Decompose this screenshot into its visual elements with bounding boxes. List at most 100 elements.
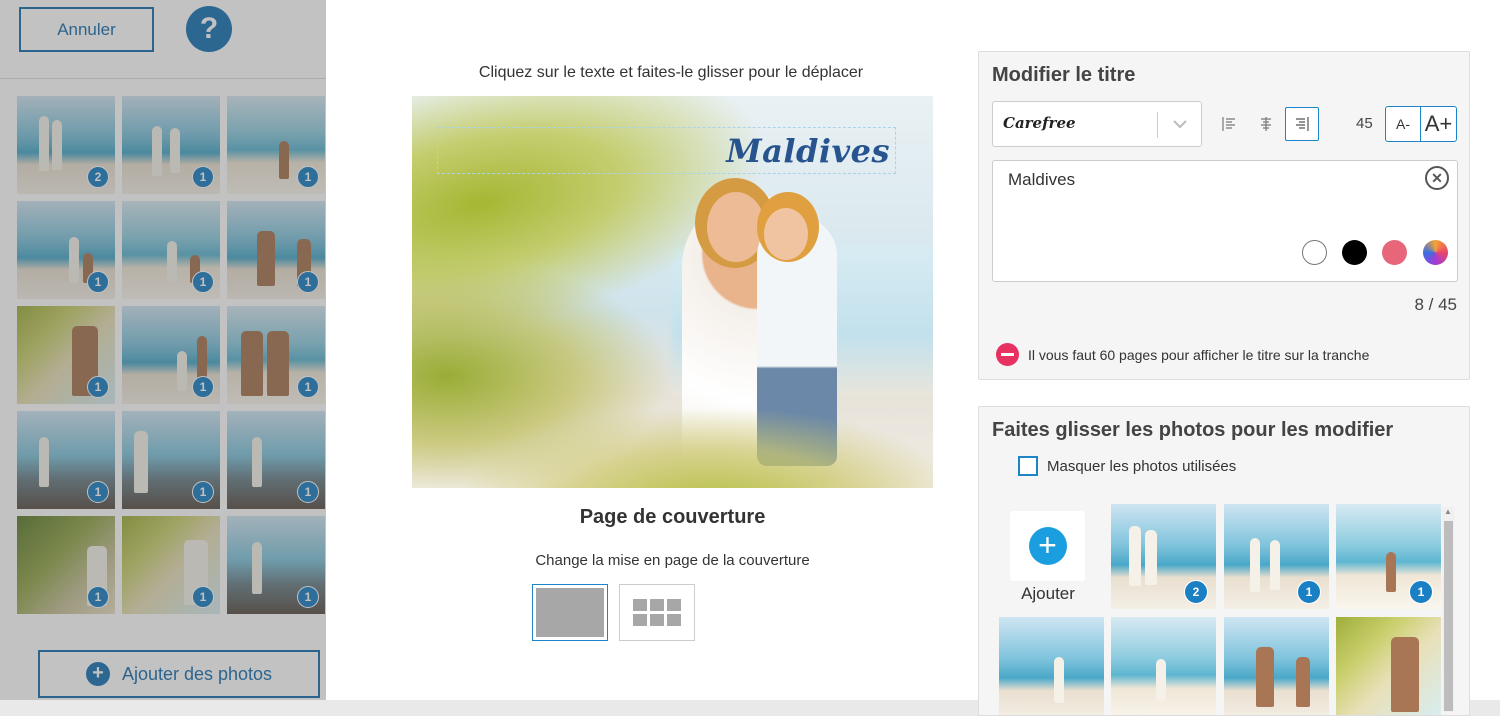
clear-icon[interactable]: ✕ xyxy=(1425,166,1449,190)
usage-badge: 1 xyxy=(192,586,214,608)
chevron-down-icon[interactable] xyxy=(1169,112,1191,136)
figure-shape xyxy=(1256,647,1274,707)
add-photo-button[interactable]: + xyxy=(1010,511,1085,581)
photo-thumbnail[interactable] xyxy=(999,617,1104,715)
layout-label: Change la mise en page de la couverture xyxy=(535,552,810,569)
figure-shape xyxy=(52,120,62,170)
usage-badge: 1 xyxy=(297,586,319,608)
photo-library-grid: 2 1 1 1 1 1 1 1 1 1 1 1 1 1 1 xyxy=(17,96,327,614)
figure-shape xyxy=(39,116,49,171)
layout-grid-icon xyxy=(633,599,681,626)
usage-badge: 1 xyxy=(297,166,319,188)
align-right-icon xyxy=(1296,117,1309,131)
usage-badge: 1 xyxy=(192,481,214,503)
photo-thumbnail[interactable]: 2 xyxy=(1111,504,1216,609)
layout-option-grid[interactable] xyxy=(619,584,695,641)
photo-thumbnail[interactable]: 1 xyxy=(1336,504,1441,609)
usage-badge: 1 xyxy=(87,586,109,608)
align-left-button[interactable] xyxy=(1212,107,1246,141)
cover-preview[interactable]: Maldives xyxy=(412,96,933,488)
usage-badge: 1 xyxy=(297,271,319,293)
library-photo[interactable]: 1 xyxy=(227,96,325,194)
title-text-value[interactable]: Maldives xyxy=(1008,170,1075,190)
color-swatch-black[interactable] xyxy=(1342,240,1367,265)
figure-shape xyxy=(1054,657,1064,703)
checkbox-box[interactable] xyxy=(1018,456,1038,476)
library-photo[interactable]: 1 xyxy=(227,516,325,614)
edit-title-panel: Modifier le titre Carefree 45 A- A+ Mald… xyxy=(978,51,1470,380)
figure-shape xyxy=(241,331,263,396)
photo-thumbnail[interactable] xyxy=(1111,617,1216,715)
child-face-shape xyxy=(764,208,808,260)
font-select[interactable]: Carefree xyxy=(992,101,1202,147)
usage-badge: 2 xyxy=(1184,580,1208,604)
library-photo[interactable]: 1 xyxy=(17,201,115,299)
library-photo[interactable]: 1 xyxy=(227,411,325,509)
palm-leaf-shape xyxy=(452,406,933,488)
align-right-button[interactable] xyxy=(1285,107,1319,141)
font-size-value: 45 xyxy=(1356,115,1373,132)
figure-shape xyxy=(177,351,187,391)
photo-thumbnail[interactable]: 1 xyxy=(1224,504,1329,609)
usage-badge: 1 xyxy=(87,481,109,503)
decrease-font-size-button[interactable]: A- xyxy=(1385,106,1421,142)
usage-badge: 1 xyxy=(297,481,319,503)
library-photo[interactable]: 1 xyxy=(17,516,115,614)
align-center-button[interactable] xyxy=(1249,107,1283,141)
layout-single-preview xyxy=(536,588,604,637)
photos-scrollbar[interactable]: ▲ xyxy=(1442,507,1454,712)
usage-badge: 1 xyxy=(192,271,214,293)
figure-shape xyxy=(1156,659,1166,701)
photo-thumbnail[interactable] xyxy=(1336,617,1441,715)
color-swatch-white[interactable] xyxy=(1302,240,1327,265)
library-photo[interactable]: 1 xyxy=(122,201,220,299)
figure-shape xyxy=(252,542,262,594)
library-photo[interactable]: 1 xyxy=(122,306,220,404)
library-photo[interactable]: 1 xyxy=(122,516,220,614)
usage-badge: 1 xyxy=(87,376,109,398)
usage-badge: 1 xyxy=(1409,580,1433,604)
add-photos-button[interactable]: + Ajouter des photos xyxy=(38,650,320,698)
library-photo[interactable]: 1 xyxy=(17,306,115,404)
library-photo[interactable]: 1 xyxy=(227,306,325,404)
figure-shape xyxy=(1386,552,1396,592)
select-divider xyxy=(1157,112,1158,138)
library-photo[interactable]: 2 xyxy=(17,96,115,194)
cover-title-box[interactable]: Maldives xyxy=(437,127,896,174)
library-photo[interactable]: 1 xyxy=(122,96,220,194)
library-photo[interactable]: 1 xyxy=(227,201,325,299)
minus-circle-icon xyxy=(996,343,1019,366)
cover-title-text[interactable]: Maldives xyxy=(726,132,890,170)
scroll-up-icon[interactable]: ▲ xyxy=(1443,507,1453,517)
increase-font-size-button[interactable]: A+ xyxy=(1420,106,1457,142)
figure-shape xyxy=(170,128,180,173)
usage-badge: 2 xyxy=(87,166,109,188)
title-text-field[interactable]: Maldives ✕ xyxy=(992,160,1458,282)
figure-shape xyxy=(252,437,262,487)
hide-used-photos-checkbox[interactable]: Masquer les photos utilisées xyxy=(1018,456,1236,476)
spine-warning: Il vous faut 60 pages pour afficher le t… xyxy=(996,343,1369,366)
figure-shape xyxy=(1250,538,1260,592)
hide-used-label: Masquer les photos utilisées xyxy=(1047,457,1237,475)
color-swatch-gradient[interactable] xyxy=(1423,240,1448,265)
figure-shape xyxy=(69,237,79,283)
layout-option-single[interactable] xyxy=(532,584,608,641)
character-count: 8 / 45 xyxy=(1414,295,1457,314)
plus-icon: + xyxy=(85,662,110,686)
cancel-button[interactable]: Annuler xyxy=(19,7,154,52)
library-photo[interactable]: 1 xyxy=(122,411,220,509)
cover-editor-modal: Cliquez sur le texte et faites-le glisse… xyxy=(326,0,1500,716)
figure-shape xyxy=(39,437,49,487)
align-left-icon xyxy=(1222,117,1235,131)
figure-shape xyxy=(257,231,275,286)
figure-shape xyxy=(1391,637,1419,712)
photos-panel-heading: Faites glisser les photos pour les modif… xyxy=(992,419,1394,441)
help-icon[interactable]: ? xyxy=(186,6,232,52)
font-value: Carefree xyxy=(1003,114,1076,132)
usage-badge: 1 xyxy=(192,166,214,188)
photo-thumbnail[interactable] xyxy=(1224,617,1329,715)
library-photo[interactable]: 1 xyxy=(17,411,115,509)
color-swatch-pink[interactable] xyxy=(1382,240,1407,265)
scrollbar-thumb[interactable] xyxy=(1444,521,1453,711)
figure-shape xyxy=(167,241,177,281)
